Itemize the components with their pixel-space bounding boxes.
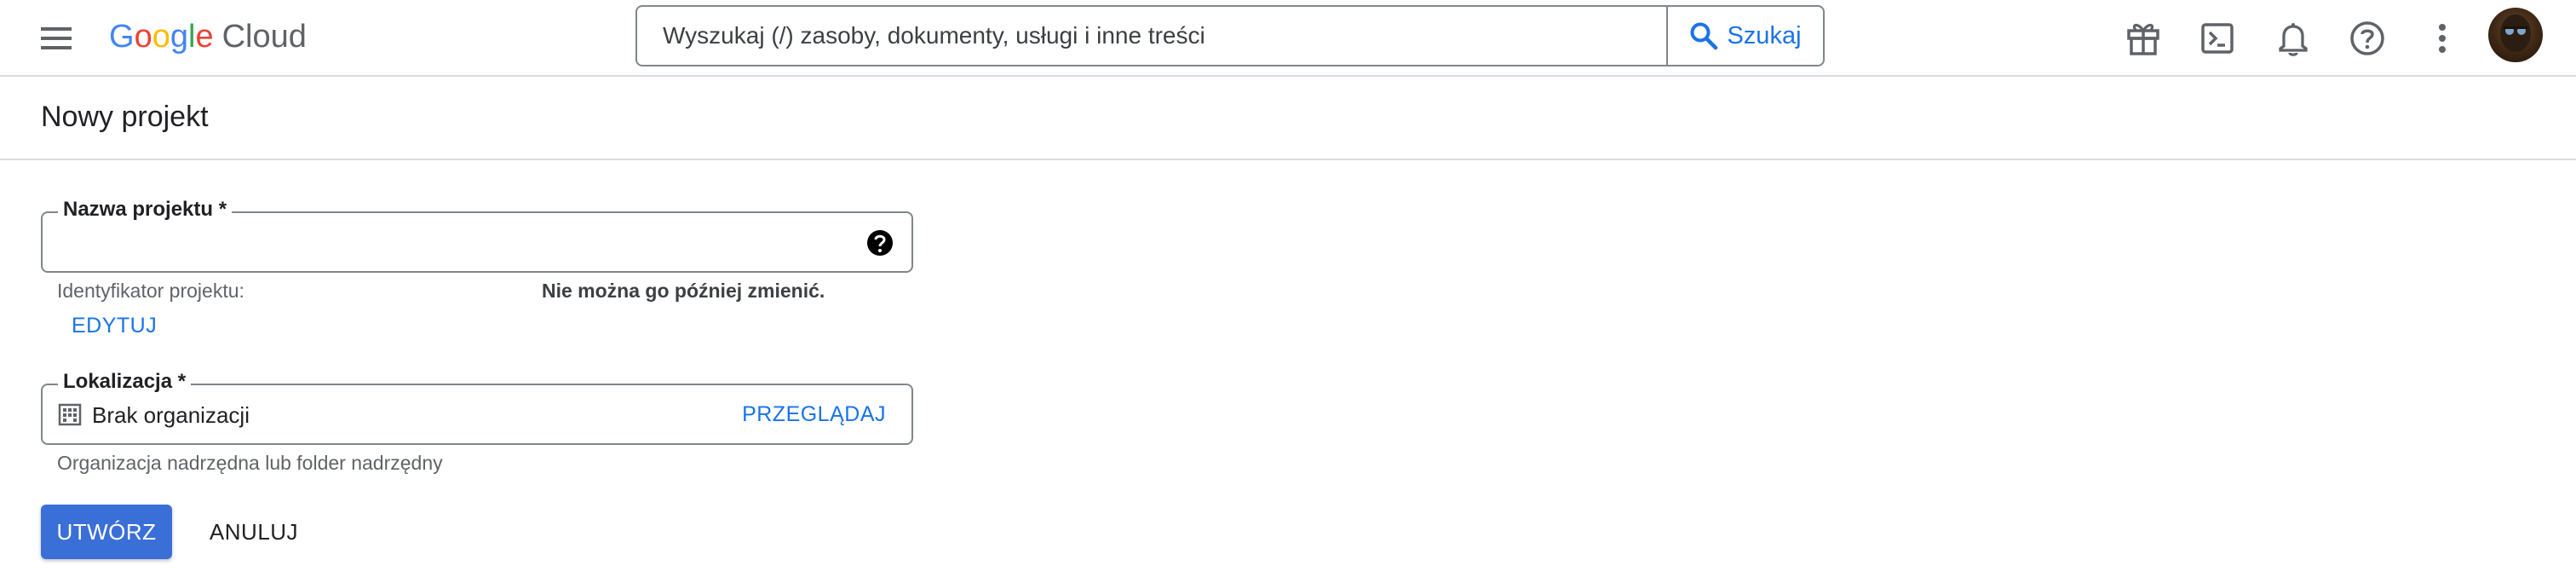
create-button[interactable]: UTWÓRZ <box>41 505 172 559</box>
logo-letter: G <box>109 18 135 55</box>
logo-letter: e <box>195 18 214 55</box>
logo-letter: l <box>187 18 196 55</box>
location-value: Brak organizacji <box>92 402 250 428</box>
logo-letter: o <box>134 18 152 55</box>
logo-letter: o <box>152 18 170 55</box>
page-header: Nowy projekt <box>0 77 2576 160</box>
search-icon <box>1690 22 1718 50</box>
notifications-icon[interactable] <box>2270 15 2316 61</box>
location-label: Lokalizacja * <box>58 370 192 394</box>
browse-button[interactable]: PRZEGLĄDAJ <box>742 402 886 427</box>
search-input[interactable] <box>637 7 1666 65</box>
project-id-notice: Nie można go później zmienić. <box>542 280 825 302</box>
help-icon[interactable] <box>865 228 894 257</box>
project-name-label: Nazwa projektu * <box>58 198 233 222</box>
more-vert-icon[interactable] <box>2419 15 2465 61</box>
building-icon <box>58 403 82 426</box>
page-title: Nowy projekt <box>41 101 209 133</box>
project-id-hint: Identyfikator projektu: <box>57 280 244 302</box>
account-avatar[interactable] <box>2488 8 2543 62</box>
logo-letter: g <box>170 18 188 55</box>
edit-project-id-button[interactable]: EDYTUJ <box>72 314 157 338</box>
location-hint: Organizacja nadrzędna lub folder nadrzęd… <box>57 452 443 474</box>
cancel-button[interactable]: ANULUJ <box>196 505 312 559</box>
top-app-bar: Google Cloud Szukaj <box>0 0 2576 77</box>
gift-icon[interactable] <box>2120 15 2166 61</box>
search-button[interactable]: Szukaj <box>1666 7 1823 65</box>
main-menu-icon[interactable] <box>37 20 75 57</box>
logo-product-name: Cloud <box>221 18 307 55</box>
search-bar: Szukaj <box>635 5 1825 66</box>
location-field: Lokalizacja * Brak organizacji PRZEGLĄDA… <box>41 370 913 445</box>
search-button-label: Szukaj <box>1727 21 1802 49</box>
project-name-field[interactable]: Nazwa projektu * <box>41 198 913 273</box>
terminal-icon[interactable] <box>2194 15 2240 61</box>
google-cloud-logo[interactable]: Google Cloud <box>109 15 307 58</box>
help-icon[interactable] <box>2344 15 2390 61</box>
project-name-input[interactable] <box>58 222 859 263</box>
